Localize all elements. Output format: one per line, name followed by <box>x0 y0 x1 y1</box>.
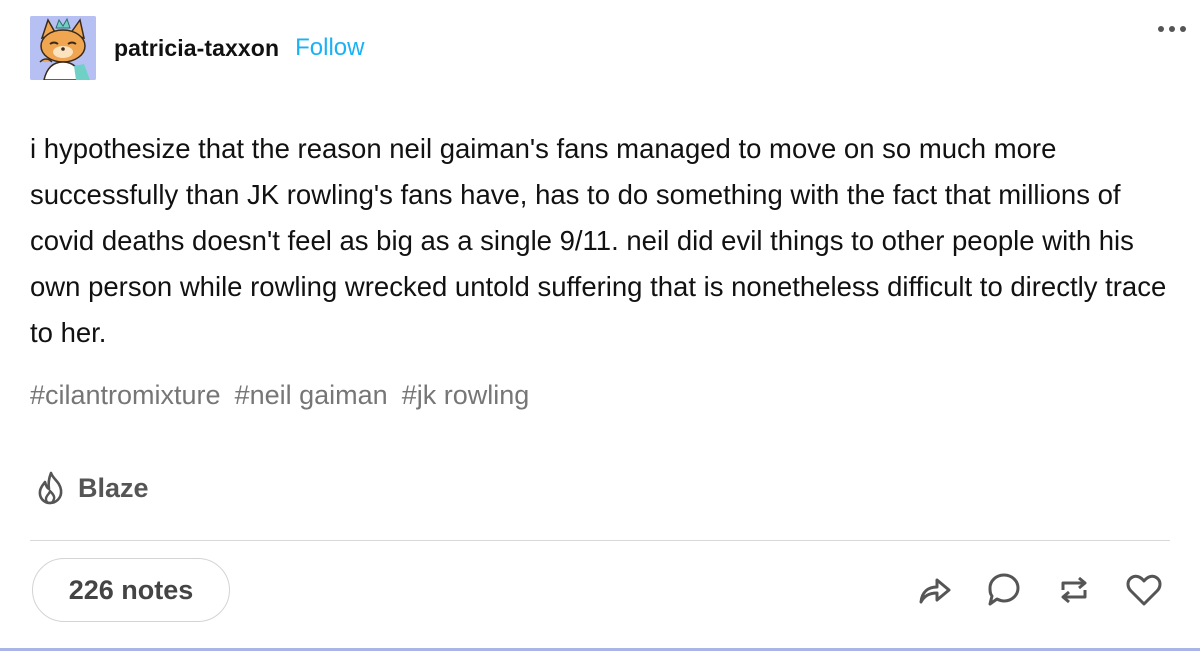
more-options-icon <box>1158 26 1164 32</box>
reply-button[interactable] <box>984 570 1024 610</box>
post-header: patricia-taxxon Follow <box>30 16 1190 80</box>
heart-icon <box>1126 574 1162 606</box>
blaze-button[interactable]: Blaze <box>34 470 149 506</box>
more-options-icon <box>1169 26 1175 32</box>
tag-link[interactable]: #cilantromixture <box>30 380 221 411</box>
post-body: i hypothesize that the reason neil gaima… <box>30 133 1167 348</box>
blaze-label: Blaze <box>78 472 149 503</box>
tag-link[interactable]: #neil gaiman <box>235 380 388 411</box>
follow-button[interactable]: Follow <box>295 34 364 62</box>
divider <box>30 540 1170 541</box>
reply-icon <box>988 573 1020 606</box>
post-card: patricia-taxxon Follow i hypothesize tha… <box>0 0 1200 651</box>
tag-link[interactable]: #jk rowling <box>402 380 530 411</box>
post-tags: #cilantromixture #neil gaiman #jk rowlin… <box>30 380 529 411</box>
flame-icon <box>38 471 63 505</box>
share-icon <box>919 578 951 604</box>
notes-button[interactable]: 226 notes <box>32 558 230 622</box>
more-options-icon <box>1180 26 1186 32</box>
username[interactable]: patricia-taxxon <box>114 35 279 62</box>
avatar-cat-icon <box>30 16 96 80</box>
reblog-button[interactable] <box>1054 570 1094 610</box>
avatar[interactable] <box>30 16 96 80</box>
more-options-button[interactable] <box>1154 22 1190 36</box>
like-button[interactable] <box>1124 570 1164 610</box>
share-button[interactable] <box>914 570 954 610</box>
post-actions <box>914 570 1164 610</box>
reblog-icon <box>1061 576 1087 604</box>
